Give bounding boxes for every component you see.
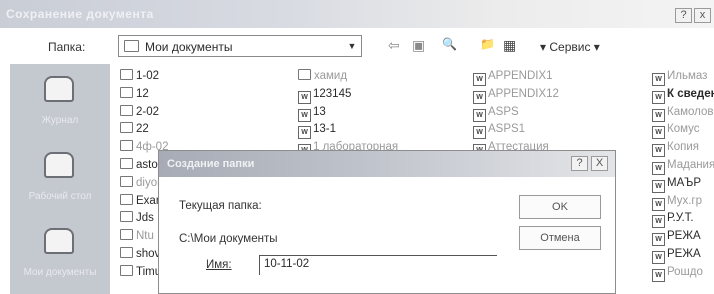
folder-icon — [298, 69, 311, 80]
window-close-button[interactable]: x — [694, 8, 711, 23]
list-item[interactable]: W 13-1 — [298, 121, 398, 140]
folder-icon — [124, 40, 139, 52]
dialog-titlebar: Создание папки ? X — [159, 151, 615, 177]
views-icon[interactable]: ▦ — [503, 37, 516, 54]
current-folder-path: C:\Мои документы — [179, 233, 278, 245]
place-desktop[interactable]: Рабочий стол — [10, 140, 110, 212]
folder-icon — [120, 264, 133, 276]
list-item[interactable]: W Копия — [652, 139, 714, 158]
word-document-icon: W — [473, 126, 486, 140]
word-document-icon: W — [652, 179, 665, 193]
folder-icon — [120, 157, 133, 169]
word-document-icon: W — [298, 126, 311, 140]
list-item[interactable]: W ASPS — [473, 104, 559, 122]
list-item[interactable]: W Камолов — [652, 104, 714, 122]
my-documents-icon — [44, 228, 74, 254]
folder-label: Папка: — [48, 40, 86, 54]
list-item[interactable]: WК сведению — [652, 86, 714, 104]
back-icon[interactable]: ⇦ — [388, 37, 400, 54]
word-document-icon: W — [652, 126, 665, 140]
folder-icon — [120, 175, 133, 187]
list-item[interactable]: W Комус — [652, 121, 714, 140]
place-history[interactable]: Журнал — [10, 64, 110, 136]
up-folder-icon[interactable]: ▣ — [412, 37, 425, 54]
word-document-icon: W — [298, 90, 311, 104]
ok-button[interactable]: OK — [519, 195, 601, 219]
word-document-icon: W — [652, 73, 665, 86]
list-item[interactable]: W Рошдо — [652, 264, 714, 282]
word-document-icon: W — [473, 73, 486, 86]
dialog-title: Создание папки — [167, 158, 255, 170]
folder-icon — [120, 69, 133, 80]
dialog-help-button[interactable]: ? — [571, 156, 588, 171]
word-document-icon: W — [652, 90, 665, 104]
folder-icon — [120, 104, 133, 116]
list-item[interactable]: 1-02 — [120, 68, 168, 86]
list-item[interactable]: W РЕЖА — [652, 228, 714, 247]
word-document-icon: W — [652, 161, 665, 175]
history-icon — [44, 76, 74, 102]
list-item[interactable]: 22 — [120, 121, 168, 139]
list-item[interactable]: W APPENDIX12 — [473, 86, 559, 104]
folder-select-value: Мои документы — [145, 40, 233, 54]
window-title: Сохранение документа — [6, 7, 154, 21]
folder-icon — [120, 229, 133, 241]
folder-icon — [120, 140, 133, 152]
list-item[interactable]: W Мух.гр — [652, 193, 714, 211]
name-label: Имя: — [206, 259, 232, 271]
list-item[interactable]: W МАЪР — [652, 175, 714, 193]
list-item[interactable]: W 123145 — [298, 86, 398, 104]
place-label: Журнал — [41, 115, 79, 126]
list-item[interactable]: W Р.У.Т. — [652, 210, 714, 229]
folder-icon — [120, 246, 133, 258]
chevron-down-icon[interactable]: ▼ — [344, 37, 360, 55]
list-item[interactable]: W ASPS1 — [473, 121, 559, 140]
list-item[interactable]: W Ильмаз — [652, 68, 714, 86]
new-folder-dialog: Создание папки ? X Текущая папка: C:\Мои… — [158, 150, 616, 294]
desktop-icon — [44, 152, 74, 178]
current-folder-label: Текущая папка: — [179, 200, 262, 212]
list-item[interactable]: 12 — [120, 86, 168, 104]
word-document-icon: W — [473, 90, 486, 104]
list-item[interactable]: W Мадания — [652, 157, 714, 175]
word-document-icon: W — [652, 108, 665, 122]
places-bar: Журнал Рабочий стол Мои документы — [10, 64, 110, 294]
list-item[interactable]: W РЕЖА — [652, 246, 714, 264]
window-titlebar: Сохранение документа ? x — [0, 0, 714, 28]
place-label: Мои документы — [23, 267, 97, 278]
list-item[interactable]: W 13 — [298, 104, 398, 122]
list-item[interactable]: 2-02 — [120, 104, 168, 122]
word-document-icon: W — [652, 268, 665, 282]
folder-icon — [120, 211, 133, 223]
place-label: Рабочий стол — [28, 191, 92, 202]
cancel-button[interactable]: Отмена — [519, 226, 601, 250]
list-item[interactable]: хамид — [298, 68, 398, 86]
list-item[interactable]: W APPENDIX1 — [473, 68, 559, 86]
place-my-documents[interactable]: Мои документы — [10, 216, 110, 288]
word-document-icon: W — [652, 144, 665, 158]
word-document-icon: W — [652, 215, 665, 229]
dialog-close-button[interactable]: X — [591, 156, 608, 171]
word-document-icon: W — [652, 233, 665, 247]
word-document-icon: W — [652, 250, 665, 264]
tools-menu-button[interactable]: ▾ Сервис ▾ — [540, 40, 600, 54]
folder-name-input[interactable]: 10-11-02 — [259, 255, 497, 275]
folder-icon — [120, 122, 133, 134]
new-folder-icon[interactable]: 📁 — [480, 37, 495, 51]
word-document-icon: W — [473, 108, 486, 122]
word-document-icon: W — [298, 108, 311, 122]
folder-icon — [120, 193, 133, 205]
window-help-button[interactable]: ? — [675, 8, 692, 23]
word-document-icon: W — [652, 197, 665, 211]
folder-select[interactable]: Мои документы ▼ — [118, 35, 362, 57]
search-web-icon[interactable]: 🔍 — [442, 37, 457, 51]
folder-icon — [120, 86, 133, 98]
